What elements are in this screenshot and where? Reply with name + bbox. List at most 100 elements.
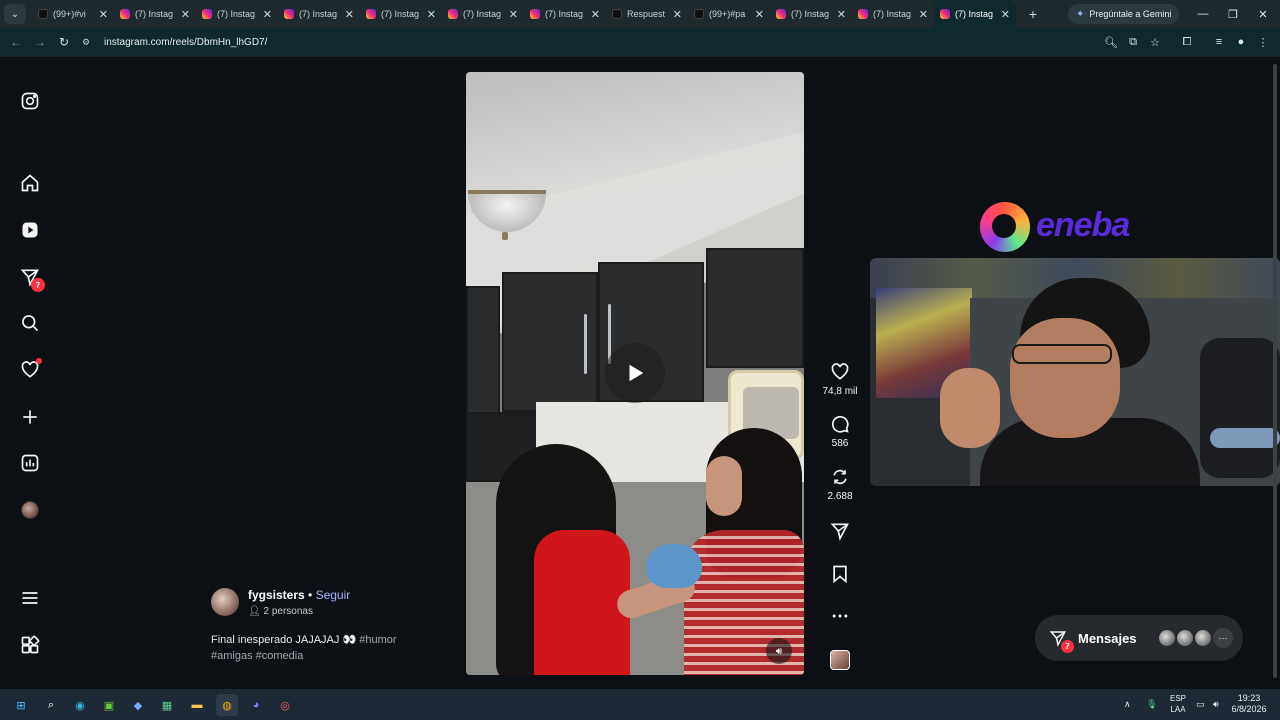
browser-menu-icon[interactable]: ⋮ [1252,31,1274,53]
restore-button[interactable]: ❐ [1218,0,1248,28]
comment-count: 586 [831,438,849,449]
volume-button[interactable]: 🔊︎ [766,638,792,664]
instagram-logo-icon[interactable] [17,88,43,114]
like-button[interactable]: 74,8 mil [818,362,862,397]
tab-title: (7) Instag [299,9,338,19]
original-audio-thumbnail[interactable] [830,650,850,670]
search-icon[interactable] [17,310,43,336]
close-tab-icon[interactable]: ✕ [919,8,928,21]
collaborators[interactable]: 👤︎ 2 personas [248,606,313,617]
browser-tab[interactable]: Respuest ✕ [606,2,688,26]
profile-avatar[interactable] [17,497,43,523]
like-count: 74,8 mil [822,386,858,397]
reels-icon[interactable] [17,217,43,243]
browser-tab[interactable]: (7) Instag ✕ [360,2,442,26]
file-explorer-icon[interactable]: ▬ [186,694,208,716]
edge-icon[interactable]: ◉ [69,694,91,716]
date: 6/8/2026 [1231,704,1267,714]
browser-tab[interactable]: (99+)#pa ✕ [688,2,770,26]
browser-tab[interactable]: (7) Instag ✕ [114,2,196,26]
browser-tab[interactable]: (7) Instag ✕ [196,2,278,26]
extensions-icon[interactable]: ⧠ [1176,31,1198,53]
microphone-icon[interactable]: 🎙︎ [1146,689,1157,720]
play-button[interactable] [605,343,665,403]
profile-icon[interactable]: ● [1230,31,1252,53]
zoom-icon[interactable]: 🔍︎ [1100,31,1122,53]
volume-icon[interactable]: 🔊︎ [1213,689,1219,720]
xbox-icon[interactable]: ▣ [98,694,120,716]
browser-tab[interactable]: (7) Instag ✕ [770,2,852,26]
comment-button[interactable]: 586 [818,414,862,449]
close-tab-icon[interactable]: ✕ [673,8,682,21]
browser-tab[interactable]: (7) Instag ✕ [442,2,524,26]
also-from-meta-icon[interactable] [17,632,43,658]
repost-button[interactable]: 2.688 [818,467,862,502]
save-button[interactable] [818,564,862,584]
close-tab-icon[interactable]: ✕ [345,8,354,21]
follow-button[interactable]: Seguir [316,588,351,602]
instagram-icon [858,9,868,19]
tab-search-button[interactable]: ⌄ [4,4,26,24]
language-indicator[interactable]: ESP LAA [1166,693,1190,715]
close-tab-icon[interactable]: ✕ [263,8,272,21]
scrollbar-thumb[interactable] [1273,64,1277,678]
share-button[interactable] [818,521,862,541]
browser-tab-strip: ⌄ (99+)#vi ✕ (7) Instag ✕ (7) Instag ✕ (7) Ins… [0,0,1280,28]
dashboard-icon[interactable] [17,450,43,476]
instagram-icon [530,9,540,19]
close-window-button[interactable]: ✕ [1248,0,1278,28]
search-icon[interactable]: ⌕ [40,694,62,716]
minimize-button[interactable]: — [1188,0,1218,28]
browser-tab[interactable]: (7) Instag ✕ [852,2,934,26]
close-tab-icon[interactable]: ✕ [755,8,764,21]
app-icon[interactable]: ▦ [156,694,178,716]
browser-tab[interactable]: (7) Instag ✕ [934,0,1016,28]
close-tab-icon[interactable]: ✕ [509,8,518,21]
new-tab-button[interactable]: + [1022,6,1044,22]
video-frame-person-right-face [706,456,742,516]
instagram-icon [284,9,294,19]
close-tab-icon[interactable]: ✕ [837,8,846,21]
separator: • [304,588,316,602]
tab-groups-icon[interactable]: ≡ [1208,31,1230,53]
clock[interactable]: 19:23 6/8/2026 [1226,693,1272,715]
tray-expand-icon[interactable]: ∧ [1124,689,1131,720]
chrome-icon[interactable]: ◍ [216,694,238,716]
gemini-button[interactable]: ✦ Pregúntale a Gemini [1068,4,1180,24]
more-menu-icon[interactable] [17,585,43,611]
forward-button[interactable]: → [28,30,52,54]
install-app-icon[interactable]: ⧉ [1122,31,1144,53]
vscode-icon[interactable]: ◆ [127,694,149,716]
author-username[interactable]: fygsisters [248,588,305,602]
back-button[interactable]: ← [4,30,28,54]
discord-icon[interactable]: ◕ [245,694,267,716]
reload-button[interactable]: ↻ [52,30,76,54]
notifications-heart-icon[interactable] [17,357,43,383]
more-options-button[interactable] [818,606,862,626]
reel-video[interactable]: 🔊︎ [466,72,804,675]
notification-dot [36,358,42,364]
home-icon[interactable] [17,170,43,196]
create-plus-icon[interactable] [17,404,43,430]
close-tab-icon[interactable]: ✕ [427,8,436,21]
close-tab-icon[interactable]: ✕ [181,8,190,21]
bookmark-star-icon[interactable]: ☆ [1144,31,1166,53]
webcam-person-face [1010,318,1120,438]
close-tab-icon[interactable]: ✕ [99,8,108,21]
windows-start-icon[interactable]: ⊞ [10,694,32,716]
obs-icon[interactable]: ◎ [274,694,296,716]
close-tab-icon[interactable]: ✕ [591,8,600,21]
hashtag-links[interactable]: #amigas #comedia [211,650,303,662]
page-scrollbar[interactable] [1270,58,1280,688]
browser-tab[interactable]: (7) Instag ✕ [278,2,360,26]
messages-icon[interactable]: 7 [17,264,45,292]
hashtag-link[interactable]: #humor [359,634,396,646]
browser-tab[interactable]: (99+)#vi ✕ [32,2,114,26]
author-avatar[interactable] [211,588,239,616]
browser-tab[interactable]: (7) Instag ✕ [524,2,606,26]
messages-button[interactable]: 7 Mensajes ··· [1035,615,1243,661]
site-info-icon[interactable]: ⚙ [82,37,96,48]
url-bar[interactable]: ⚙ instagram.com/reels/DbmHn_lhGD7/ [82,31,1122,53]
close-tab-icon[interactable]: ✕ [1001,8,1010,21]
network-icon[interactable]: ▭ [1196,689,1205,720]
